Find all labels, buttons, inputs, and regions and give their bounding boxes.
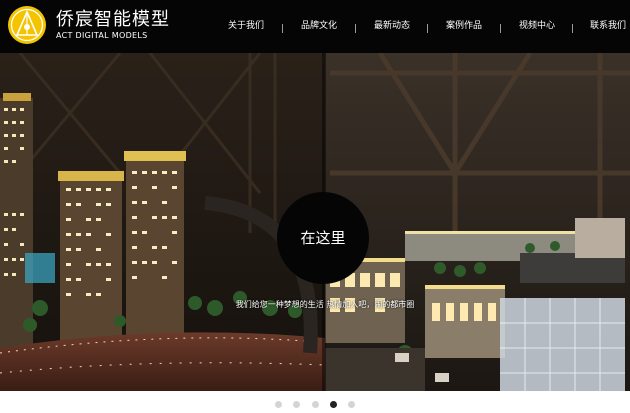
nav-separator xyxy=(282,24,283,33)
slider-pagination xyxy=(0,394,630,408)
hero-slogan: 我们给您一种梦想的生活 热情加入吧，闹的都市圈 xyxy=(235,300,415,309)
nav-item-news[interactable]: 最新动态 xyxy=(364,0,420,53)
brand-name-en: ACT DIGITAL MODELS xyxy=(56,31,148,40)
slider-dot-5[interactable] xyxy=(347,401,355,408)
nav-item-cases[interactable]: 案例作品 xyxy=(436,0,492,53)
logo-icon[interactable] xyxy=(7,5,47,45)
slider-dot-3[interactable] xyxy=(311,401,319,408)
nav-item-brand-culture[interactable]: 品牌文化 xyxy=(291,0,347,53)
hero-circle-caption: 在这里 xyxy=(277,192,369,284)
nav-separator xyxy=(355,24,356,33)
nav-separator xyxy=(500,24,501,33)
site-header: 侨宸智能模型 ACT DIGITAL MODELS 关于我们 品牌文化 最新动态… xyxy=(0,0,630,53)
nav-item-about[interactable]: 关于我们 xyxy=(218,0,274,53)
slider-dot-4-active[interactable] xyxy=(329,401,337,408)
nav-separator xyxy=(572,24,573,33)
slider-dot-1[interactable] xyxy=(275,401,283,408)
nav-item-contact[interactable]: 联系我们 xyxy=(580,0,630,53)
slider-dot-2[interactable] xyxy=(293,401,301,408)
main-nav: 关于我们 品牌文化 最新动态 案例作品 视频中心 联系我们 xyxy=(210,0,630,53)
hero-banner[interactable]: 在这里 我们给您一种梦想的生活 热情加入吧，闹的都市圈 xyxy=(0,53,630,391)
brand-name-cn: 侨宸智能模型 xyxy=(56,9,170,30)
nav-item-video[interactable]: 视频中心 xyxy=(509,0,565,53)
nav-separator xyxy=(427,24,428,33)
